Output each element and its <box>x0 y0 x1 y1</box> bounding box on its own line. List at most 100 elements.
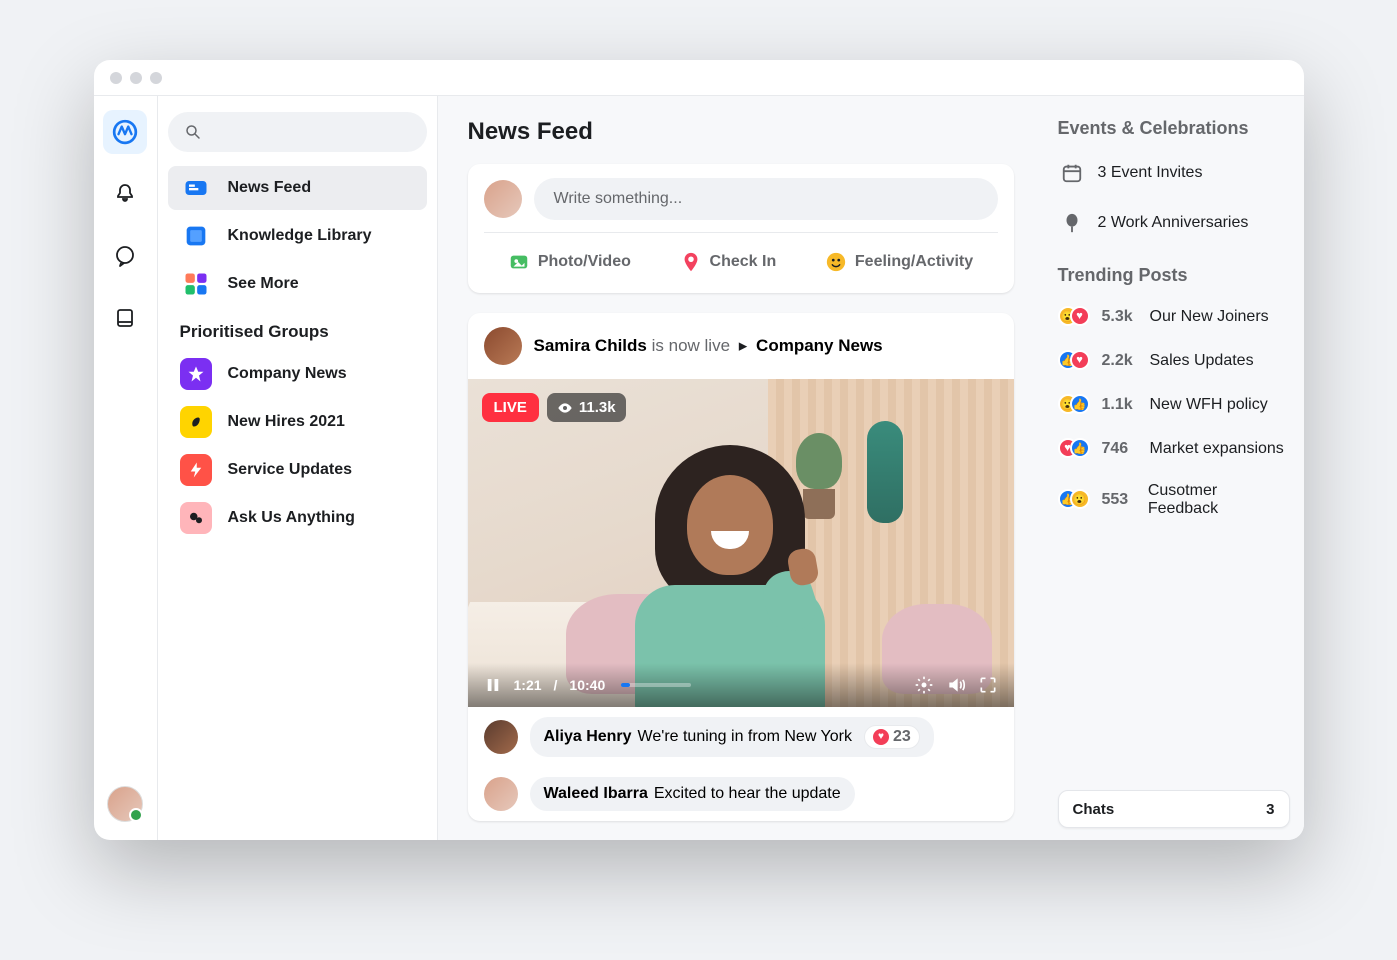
news-feed-icon <box>180 172 212 204</box>
sidebar-nav-news-feed[interactable]: News Feed <box>168 166 427 210</box>
love-icon: ♥ <box>873 729 889 745</box>
trending-post[interactable]: 😮👍 1.1k New WFH policy <box>1058 386 1286 424</box>
trending-label: Sales Updates <box>1150 352 1254 370</box>
window-dot <box>110 72 122 84</box>
trending-post[interactable]: ♥👍 746 Market expansions <box>1058 430 1286 468</box>
main-area: News Feed Write something... Photo/Video <box>438 96 1304 840</box>
search-input[interactable] <box>168 112 427 152</box>
window-dot <box>150 72 162 84</box>
video-progress-bar[interactable] <box>621 683 691 687</box>
composer-action-label: Feeling/Activity <box>855 253 973 271</box>
chats-bar[interactable]: Chats 3 <box>1058 790 1290 828</box>
commenter-avatar[interactable] <box>484 777 518 811</box>
reaction-icons: 😮👍 <box>1058 394 1092 416</box>
post-header: Samira Childs is now live ▸ Company News <box>468 313 1014 379</box>
video-top-overlay: LIVE 11.3k <box>482 393 626 422</box>
feed-column: News Feed Write something... Photo/Video <box>438 96 1044 840</box>
comment-bubble[interactable]: Aliya Henry We're tuning in from New Yor… <box>530 717 934 757</box>
commenter-name: Waleed Ibarra <box>544 785 648 803</box>
composer: Write something... Photo/Video Check In <box>468 164 1014 293</box>
commenter-avatar[interactable] <box>484 720 518 754</box>
pause-button[interactable] <box>484 676 502 694</box>
trending-count: 1.1k <box>1102 396 1140 414</box>
trending-count: 553 <box>1102 491 1138 509</box>
comment-bubble[interactable]: Waleed Ibarra Excited to hear the update <box>530 777 855 811</box>
rail-notifications[interactable] <box>103 172 147 216</box>
event-invites-label: 3 Event Invites <box>1098 164 1203 182</box>
app-window: News Feed Knowledge Library See More Pri… <box>94 60 1304 840</box>
composer-input[interactable]: Write something... <box>534 178 998 220</box>
rail-library[interactable] <box>103 296 147 340</box>
video-volume-button[interactable] <box>946 675 966 695</box>
viewer-count-badge: 11.3k <box>547 393 626 422</box>
live-comment: Aliya Henry We're tuning in from New Yor… <box>468 707 1014 767</box>
sidebar-group-new-hires[interactable]: New Hires 2021 <box>168 400 427 444</box>
sidebar-group-service-updates[interactable]: Service Updates <box>168 448 427 492</box>
chat-bubbles-icon <box>180 502 212 534</box>
work-anniversaries-label: 2 Work Anniversaries <box>1098 214 1249 232</box>
nav-rail <box>94 96 158 840</box>
search-icon <box>184 123 202 141</box>
work-anniversaries-link[interactable]: 2 Work Anniversaries <box>1058 201 1286 245</box>
app-body: News Feed Knowledge Library See More Pri… <box>94 96 1304 840</box>
window-titlebar <box>94 60 1304 96</box>
sidebar-groups-title: Prioritised Groups <box>168 310 427 348</box>
trending-label: Cusotmer Feedback <box>1148 482 1286 518</box>
post-author-name[interactable]: Samira Childs <box>534 336 647 355</box>
sidebar-nav-see-more[interactable]: See More <box>168 262 427 306</box>
video-settings-button[interactable] <box>914 675 934 695</box>
comment-reaction-pill[interactable]: ♥ 23 <box>864 725 920 749</box>
video-player[interactable]: LIVE 11.3k 1:21 / 10: <box>468 379 1014 707</box>
composer-action-label: Photo/Video <box>538 253 631 271</box>
post-author-avatar[interactable] <box>484 327 522 365</box>
pause-icon <box>484 676 502 694</box>
reaction-icons: ♥👍 <box>1058 438 1092 460</box>
post-header-text: Samira Childs is now live ▸ Company News <box>534 336 883 356</box>
video-time-total: 10:40 <box>569 677 605 693</box>
event-invites-link[interactable]: 3 Event Invites <box>1058 151 1286 195</box>
book-icon <box>113 306 137 330</box>
page-title: News Feed <box>468 118 1014 146</box>
sidebar-group-label: Service Updates <box>228 461 353 479</box>
sidebar-group-company-news[interactable]: Company News <box>168 352 427 396</box>
composer-action-photo-video[interactable]: Photo/Video <box>498 245 641 279</box>
caret-right-icon: ▸ <box>739 336 748 356</box>
calendar-icon <box>1058 159 1086 187</box>
video-controls: 1:21 / 10:40 <box>468 663 1014 707</box>
sidebar-nav-label: Knowledge Library <box>228 227 372 245</box>
window-dot <box>130 72 142 84</box>
bell-icon <box>113 182 137 206</box>
sidebar-nav-label: See More <box>228 275 299 293</box>
comment-text: Excited to hear the update <box>654 785 841 803</box>
live-badge: LIVE <box>482 393 539 422</box>
video-fullscreen-button[interactable] <box>978 675 998 695</box>
trending-post[interactable]: 😮♥ 5.3k Our New Joiners <box>1058 298 1286 336</box>
events-title: Events & Celebrations <box>1058 118 1286 139</box>
post-destination[interactable]: Company News <box>756 336 883 355</box>
eye-icon <box>557 400 573 416</box>
workplace-icon <box>112 119 138 145</box>
reaction-icons: 👍♥ <box>1058 350 1092 372</box>
trending-post[interactable]: 👍♥ 2.2k Sales Updates <box>1058 342 1286 380</box>
rail-app-logo[interactable] <box>103 110 147 154</box>
live-comment: Waleed Ibarra Excited to hear the update <box>468 767 1014 821</box>
composer-avatar[interactable] <box>484 180 522 218</box>
composer-action-label: Check In <box>710 253 777 271</box>
sidebar-group-ask-us-anything[interactable]: Ask Us Anything <box>168 496 427 540</box>
rail-messages[interactable] <box>103 234 147 278</box>
sidebar-nav-knowledge-library[interactable]: Knowledge Library <box>168 214 427 258</box>
trending-count: 746 <box>1102 440 1140 458</box>
composer-action-feeling[interactable]: Feeling/Activity <box>815 245 983 279</box>
current-user-avatar[interactable] <box>107 786 143 822</box>
composer-action-check-in[interactable]: Check In <box>670 245 787 279</box>
trending-count: 5.3k <box>1102 308 1140 326</box>
viewer-count: 11.3k <box>579 399 616 416</box>
chat-icon <box>113 244 137 268</box>
photo-video-icon <box>508 251 530 273</box>
sidebar-group-label: Company News <box>228 365 347 383</box>
live-post-card: Samira Childs is now live ▸ Company News <box>468 313 1014 821</box>
trending-post[interactable]: 👍😮 553 Cusotmer Feedback <box>1058 474 1286 526</box>
chats-count: 3 <box>1266 801 1274 818</box>
commenter-name: Aliya Henry <box>544 728 632 746</box>
wave-icon <box>180 406 212 438</box>
